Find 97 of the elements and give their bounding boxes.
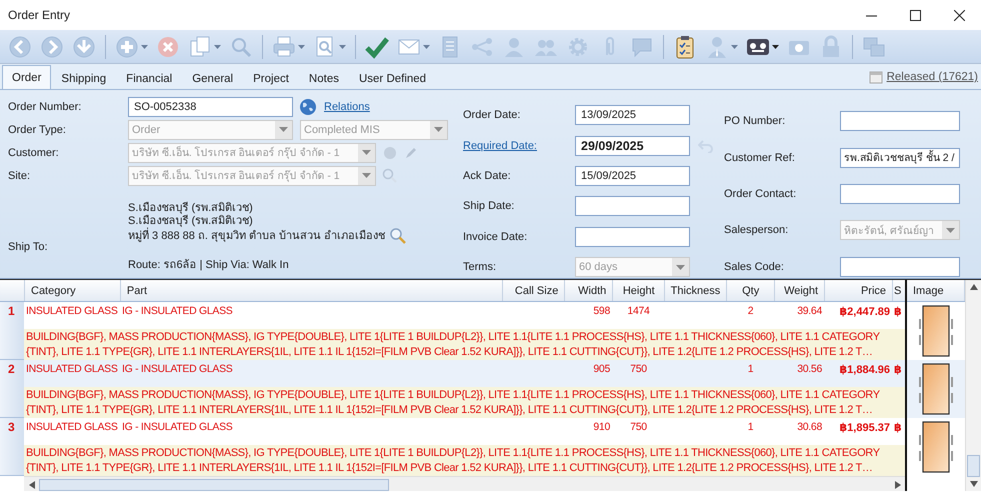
text-field[interactable] xyxy=(840,256,960,277)
order-number-field[interactable]: SO-0052338 xyxy=(128,96,293,116)
width-cell: 905 xyxy=(593,363,610,375)
row-number: 1 xyxy=(0,302,24,360)
field-label: Customer: xyxy=(8,146,60,158)
description-cell: BUILDING{BGF}, MASS PRODUCTION{MASS}, IG TYPE{DOUBLE}, LITE 1{LITE 1 BUILDUP{L2}}, LITE 1.1{LITE 1.1 PROCESS{HS}, LITE 1.1 THICKNESS{060}, LITE 1.1 CATEGORY {TINT}, LITE 1.1 TYPE{GR}, LITE 1.1 INTERLAYERS{1IL, LITE 1.1 IL 1{152I=[FILM PVB Clear 1.52 KURA]}}, LITE 1.1 CUTTING{CUT}}, LITE 1.2{LITE 1.2 PROCESS{HS}, LITE 1.2 T… xyxy=(24,387,905,418)
column-header[interactable]: Price xyxy=(825,280,894,301)
field-label-link[interactable]: Required Date: xyxy=(463,140,537,152)
scroll-right-icon[interactable] xyxy=(894,480,900,488)
row-number: 2 xyxy=(0,360,24,418)
text-field[interactable]: รพ.สมิติเวชชลบุรี ชั้น 2 / xyxy=(840,148,960,168)
dropdown-arrow-icon[interactable] xyxy=(772,44,779,48)
calendar-icon xyxy=(868,70,883,84)
globe-icon[interactable] xyxy=(299,98,317,116)
column-header[interactable]: Part xyxy=(120,280,504,301)
address-line: S.เมืองชลบุรี (รพ.สมิติเวช) xyxy=(128,202,253,214)
scrollbar-thumb[interactable] xyxy=(967,455,980,477)
tab[interactable]: Order xyxy=(2,65,52,89)
text-field[interactable] xyxy=(840,111,960,132)
qty-cell: 1 xyxy=(748,363,754,375)
field-label: Ship To: xyxy=(8,240,49,252)
window-drawing xyxy=(919,363,953,415)
description-cell: BUILDING{BGF}, MASS PRODUCTION{MASS}, IG TYPE{DOUBLE}, LITE 1{LITE 1 BUILDUP{L2}}, LITE 1.1{LITE 1.1 PROCESS{HS}, LITE 1.1 THICKNESS{060}, LITE 1.1 CATEGORY {TINT}, LITE 1.1 TYPE{GR}, LITE 1.1 INTERLAYERS{1IL, LITE 1.1 IL 1{152I=[FILM PVB Clear 1.52 KURA]}}, LITE 1.1 CUTTING{CUT}}, LITE 1.2{LITE 1.2 PROCESS{HS}, LITE 1.2 T… xyxy=(24,445,905,476)
column-header[interactable]: Category xyxy=(25,280,121,301)
field-label: Terms: xyxy=(463,261,496,274)
address-line: หมู่ที่ 3 888 88 ถ. สุขุมวิท ตำบล บ้านสวน อำเภอเมืองช xyxy=(128,230,386,242)
column-header[interactable]: Weight xyxy=(775,280,826,301)
price-cell: ฿ xyxy=(894,306,902,318)
part-cell: IG - INSULATED GLASS xyxy=(122,421,232,433)
column-header[interactable]: Thickness xyxy=(665,280,728,301)
tab[interactable]: User Defined xyxy=(348,67,436,89)
field-label: Order Number: xyxy=(8,100,82,112)
qty-cell: 2 xyxy=(748,305,754,317)
relations-link[interactable]: Relations xyxy=(324,100,370,112)
field-label: PO Number: xyxy=(724,115,786,128)
column-header[interactable]: Qty xyxy=(727,280,776,301)
date-field[interactable] xyxy=(575,226,690,247)
price-cell: ฿1,895.37 xyxy=(840,422,890,434)
date-field[interactable] xyxy=(575,196,690,216)
tab[interactable]: Notes xyxy=(298,67,349,89)
height-cell: 1474 xyxy=(627,305,650,317)
text-field[interactable] xyxy=(840,184,960,204)
price-cell: ฿ xyxy=(894,422,902,434)
part-cell: IG - INSULATED GLASS xyxy=(122,363,232,375)
date-field[interactable]: 29/09/2025 xyxy=(575,136,690,156)
scroll-up-icon[interactable] xyxy=(970,284,978,290)
width-cell: 910 xyxy=(593,421,610,433)
field-label: Invoice Date: xyxy=(463,230,528,243)
field-label: Order Date: xyxy=(463,109,520,122)
search-icon[interactable] xyxy=(382,168,398,184)
weight-cell: 39.64 xyxy=(797,305,822,317)
weight-cell: 30.68 xyxy=(797,421,822,433)
price-cell: ฿2,447.89 xyxy=(840,306,890,318)
category-cell: INSULATED GLASS xyxy=(26,305,118,317)
close-icon[interactable] xyxy=(954,10,964,20)
status-link[interactable]: Released (17621) xyxy=(886,71,978,83)
category-cell: INSULATED GLASS xyxy=(26,421,118,433)
height-cell: 750 xyxy=(630,363,647,375)
window-drawing xyxy=(919,421,953,473)
column-header[interactable]: Width xyxy=(565,280,614,301)
maximize-icon[interactable] xyxy=(910,10,920,20)
tab[interactable]: Financial xyxy=(116,67,182,89)
tab[interactable]: General xyxy=(182,67,244,89)
field-label: Order Contact: xyxy=(724,188,798,200)
column-header[interactable]: Height xyxy=(613,280,666,301)
route-text: Route: รถ6ล้อ | Ship Via: Walk In xyxy=(128,258,290,273)
field-label: Sales Code: xyxy=(724,260,785,273)
field-label: Ack Date: xyxy=(463,170,511,182)
height-cell: 750 xyxy=(630,421,647,433)
scroll-down-icon[interactable] xyxy=(970,481,978,487)
price-cell: ฿ xyxy=(894,364,902,376)
tab[interactable]: Shipping xyxy=(51,67,116,89)
address-line: S.เมืองชลบุรี (รพ.สมิติเวช) xyxy=(128,214,253,227)
row-number: 3 xyxy=(0,418,24,476)
window-drawing xyxy=(919,305,953,357)
scroll-left-icon[interactable] xyxy=(28,480,34,488)
tab[interactable]: Project xyxy=(243,67,299,89)
field-label: Salesperson: xyxy=(724,224,790,236)
window-title: Order Entry xyxy=(7,8,70,22)
date-field[interactable]: 15/09/2025 xyxy=(575,166,690,186)
field-label: Customer Ref: xyxy=(724,152,796,164)
pencil-icon[interactable] xyxy=(404,146,418,160)
description-cell: BUILDING{BGF}, MASS PRODUCTION{MASS}, IG TYPE{DOUBLE}, LITE 1{LITE 1 BUILDUP{L2}}, LITE 1.1{LITE 1.1 PROCESS{HS}, LITE 1.1 THICKNESS{060}, LITE 1.1 CATEGORY {TINT}, LITE 1.1 TYPE{GR}, LITE 1.1 INTERLAYERS{1IL, LITE 1.1 IL 1{152I=[FILM PVB Clear 1.52 KURA]}}, LITE 1.1 CUTTING{CUT}}, LITE 1.2{LITE 1.2 PROCESS{HS}, LITE 1.2 T… xyxy=(24,329,905,360)
field-label: Ship Date: xyxy=(463,200,514,212)
part-cell: IG - INSULATED GLASS xyxy=(122,305,232,317)
weight-cell: 30.56 xyxy=(797,363,822,375)
field-label: Order Type: xyxy=(8,124,67,136)
qty-cell: 1 xyxy=(748,421,754,433)
price-cell: ฿1,884.96 xyxy=(840,364,890,376)
date-field[interactable]: 13/09/2025 xyxy=(575,105,690,126)
field-label: Site: xyxy=(8,170,32,182)
width-cell: 598 xyxy=(593,305,610,317)
column-header[interactable]: Call Size xyxy=(503,280,566,301)
search-icon[interactable] xyxy=(389,227,408,245)
column-header[interactable]: S xyxy=(893,280,905,301)
scrollbar-thumb[interactable] xyxy=(39,478,389,490)
category-cell: INSULATED GLASS xyxy=(26,363,118,375)
